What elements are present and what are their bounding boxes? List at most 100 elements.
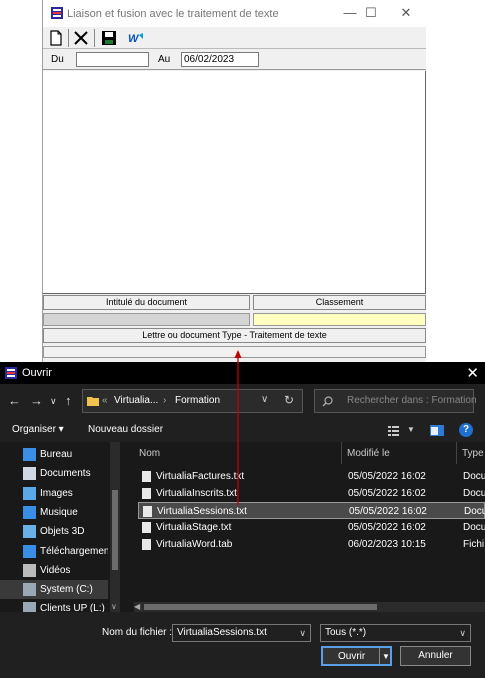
breadcrumb-separator: › (163, 395, 167, 406)
au-input[interactable]: 06/02/2023 (181, 52, 259, 67)
new-folder-button[interactable]: Nouveau dossier (88, 424, 163, 435)
file-row[interactable]: VirtualiaSessions.txt 05/05/2022 16:02 Doc… (138, 502, 485, 519)
file-modified: 05/05/2022 16:02 (348, 522, 426, 533)
open-button-separator (379, 648, 380, 664)
open-button[interactable]: Ouvrir ▼ (321, 646, 392, 666)
music-icon (23, 505, 36, 519)
lettre-header: Lettre ou document Type - Traitement de … (43, 328, 426, 343)
save-icon[interactable] (100, 29, 118, 47)
new-document-icon[interactable] (47, 29, 65, 47)
objects3d-icon (23, 525, 36, 539)
file-type-dropdown-icon[interactable]: ∨ (459, 625, 466, 641)
column-separator[interactable] (456, 442, 457, 464)
horizontal-scrollbar[interactable]: ◀ (134, 602, 485, 612)
cancel-button[interactable]: Annuler (400, 646, 471, 666)
nav-item-1[interactable]: Documents (0, 464, 108, 483)
toolbar-separator (68, 29, 69, 47)
nav-item-label: System (C:) (40, 584, 93, 596)
file-type: Docu (464, 506, 485, 517)
breadcrumb-overflow[interactable]: « (102, 395, 108, 406)
downloads-icon (23, 544, 36, 558)
intitule-header: Intitulé du document (43, 295, 250, 310)
breadcrumb-parent[interactable]: Virtualia... (114, 395, 158, 406)
file-type-filter[interactable]: Tous (*.*) ∨ (320, 624, 471, 642)
du-input[interactable] (76, 52, 149, 67)
help-button[interactable]: ? (459, 423, 473, 437)
organiser-menu[interactable]: Organiser ▾ (12, 424, 64, 435)
open-file-dialog: Ouvrir ✕ ← → ∨ ↑ « Virtualia... › Format… (0, 362, 485, 678)
address-dropdown-chevron-icon[interactable]: ∨ (261, 394, 268, 405)
file-name-dropdown-icon[interactable]: ∨ (299, 625, 306, 641)
file-row[interactable]: VirtualiaStage.txt 05/05/2022 16:02 Docu (138, 519, 485, 536)
nav-item-label: Bureau (40, 449, 73, 460)
dialog-footer: Nom du fichier : VirtualiaSessions.txt ∨… (0, 612, 485, 678)
back-arrow-icon[interactable]: ← (8, 393, 21, 408)
file-name: VirtualiaStage.txt (156, 522, 232, 533)
search-placeholder: Rechercher dans : Formation (347, 395, 477, 406)
address-bar[interactable]: « Virtualia... › Formation ∨ ↻ (82, 389, 303, 413)
file-name-input[interactable]: VirtualiaSessions.txt ∨ (172, 624, 311, 642)
refresh-icon[interactable]: ↻ (284, 393, 294, 407)
au-label: Au (158, 54, 171, 65)
file-row[interactable]: VirtualiaInscrits.txt 05/05/2022 16:02 Doc… (138, 485, 485, 502)
file-name-value: VirtualiaSessions.txt (177, 627, 267, 638)
nav-item-label: Téléchargements (40, 545, 108, 557)
file-name-label: Nom du fichier : (102, 627, 173, 638)
liaison-toolbar: W (43, 27, 426, 49)
dialog-close-button[interactable]: ✕ (466, 364, 479, 382)
nav-item-3[interactable]: Musique (0, 503, 108, 522)
scroll-left-icon[interactable]: ◀ (134, 602, 140, 611)
document-list[interactable] (43, 71, 426, 294)
file-type: Fichi (463, 539, 485, 550)
recent-locations-chevron-icon[interactable]: ∨ (50, 396, 57, 407)
file-name: VirtualiaWord.tab (156, 539, 233, 550)
view-dropdown-icon[interactable]: ▼ (407, 425, 415, 434)
search-icon (322, 396, 333, 407)
navigation-pane-scroll-thumb[interactable] (112, 490, 118, 570)
file-modified: 05/05/2022 16:02 (348, 471, 426, 482)
column-type-header[interactable]: Type (462, 448, 484, 459)
file-modified: 05/05/2022 16:02 (348, 488, 426, 499)
nav-item-7[interactable]: System (C:) (0, 580, 108, 600)
file-row[interactable]: VirtualiaWord.tab 06/02/2023 10:15 Fichi (138, 536, 485, 553)
nav-item-0[interactable]: Bureau (0, 445, 108, 464)
nav-item-label: Objets 3D (40, 526, 85, 538)
search-box[interactable]: Rechercher dans : Formation (314, 389, 477, 413)
column-separator[interactable] (341, 442, 342, 464)
nav-item-label: Images (40, 487, 73, 499)
file-row[interactable]: VirtualiaFactures.txt 05/05/2022 16:02 Doc… (138, 468, 485, 485)
forward-arrow-icon[interactable]: → (30, 393, 43, 408)
column-modified-header[interactable]: Modifié le (347, 448, 390, 459)
cut-icon[interactable] (72, 29, 90, 47)
liaison-title: Liaison et fusion avec le traitement de … (67, 8, 279, 20)
view-options-icon[interactable] (388, 425, 402, 436)
file-type: Docu (463, 471, 485, 482)
classement-header: Classement (253, 295, 426, 310)
dialog-title-bar: Ouvrir ✕ (0, 362, 485, 384)
merge-icon[interactable]: W (127, 29, 145, 47)
classement-field[interactable] (253, 313, 426, 326)
command-bar: Organiser ▾ Nouveau dossier ▼ ? (0, 420, 485, 442)
lettre-field[interactable] (43, 346, 426, 358)
column-name-header[interactable]: Nom (139, 448, 160, 459)
file-name: VirtualiaFactures.txt (156, 471, 245, 482)
open-options-dropdown-icon[interactable]: ▼ (382, 648, 390, 666)
horizontal-scroll-thumb[interactable] (144, 604, 377, 610)
intitule-field[interactable] (43, 313, 250, 326)
nav-item-4[interactable]: Objets 3D (0, 522, 108, 541)
scroll-down-icon[interactable]: ∨ (111, 602, 117, 611)
nav-item-label: Vidéos (40, 564, 71, 576)
up-arrow-icon[interactable]: ↑ (65, 393, 72, 408)
maximize-button[interactable]: ☐ (356, 4, 386, 22)
file-name: VirtualiaSessions.txt (157, 506, 247, 517)
close-button[interactable]: ✕ (391, 4, 421, 22)
navigation-pane-scrollbar[interactable]: ∨ (110, 442, 120, 612)
breadcrumb-current[interactable]: Formation (175, 395, 220, 406)
nav-item-2[interactable]: Images (0, 484, 108, 503)
file-type: Docu (463, 488, 485, 499)
preview-pane-icon[interactable] (430, 425, 444, 436)
nav-item-5[interactable]: Téléchargements (0, 542, 108, 561)
text-file-icon (143, 506, 152, 517)
toolbar-separator (94, 29, 95, 47)
nav-item-6[interactable]: Vidéos (0, 561, 108, 580)
